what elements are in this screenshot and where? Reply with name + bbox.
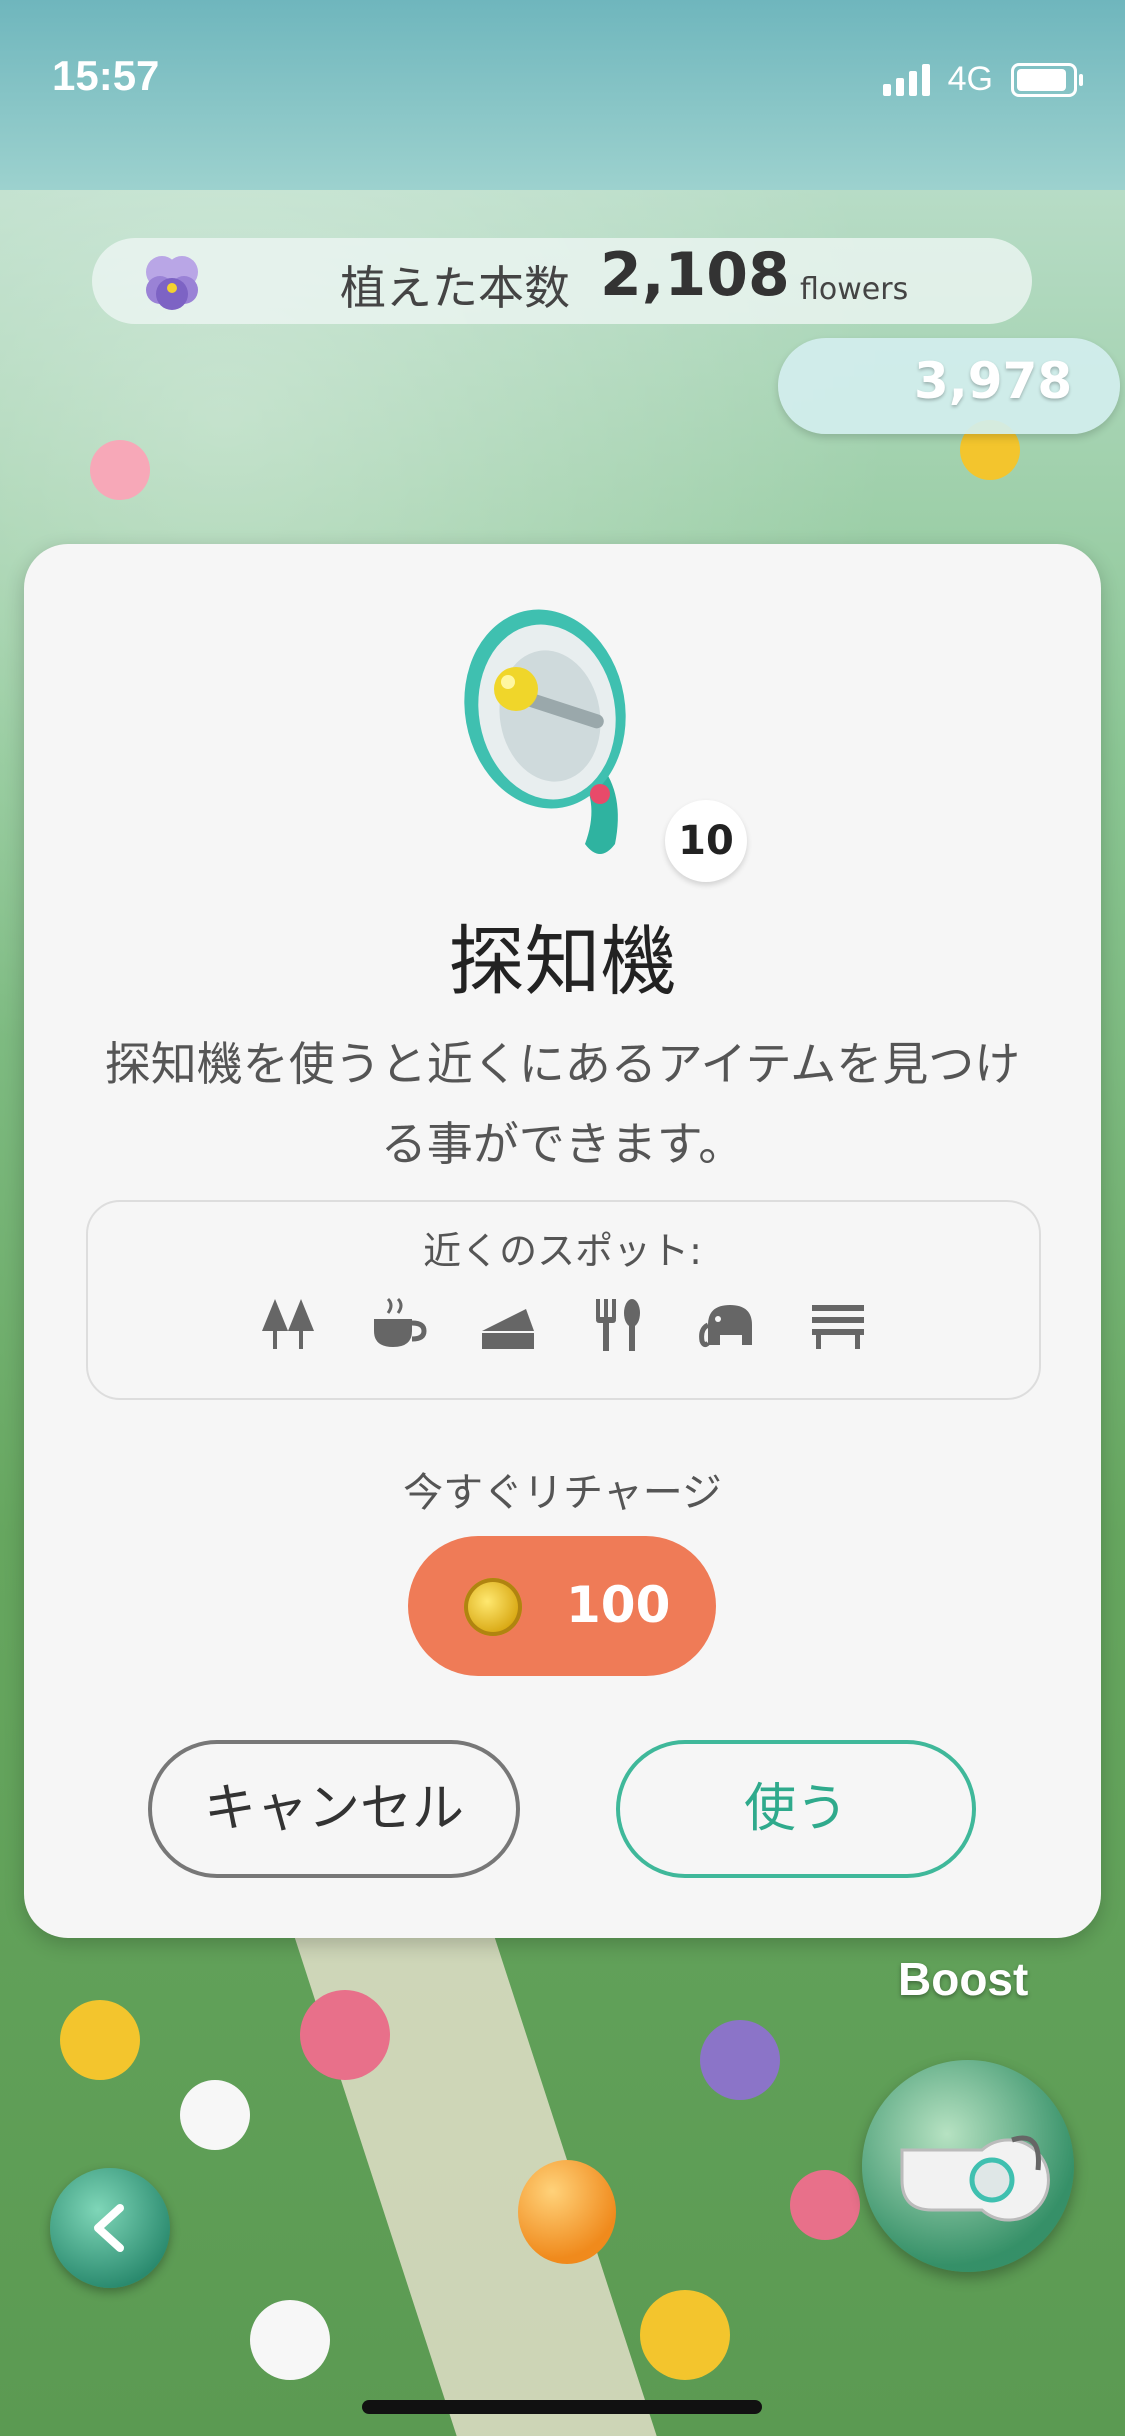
flower — [300, 1990, 390, 2080]
planted-count-unit: flowers — [800, 272, 909, 307]
flower — [790, 2170, 860, 2240]
coin-balance: 3,978 — [914, 352, 1073, 410]
bench-icon — [812, 1305, 864, 1349]
flower — [90, 440, 150, 500]
item-quantity-badge: 10 — [665, 800, 747, 882]
elephant-icon — [699, 1305, 752, 1348]
flower — [180, 2080, 250, 2150]
chevron-left-icon — [94, 2204, 124, 2252]
planted-count-value: 2,108 — [600, 240, 790, 310]
trees-icon — [262, 1299, 314, 1349]
pansy-icon — [146, 256, 198, 310]
status-bar: 15:57 4G — [0, 0, 1125, 160]
nearby-spots-title: 近くのスポット: — [423, 1229, 702, 1273]
item-description: 探知機を使うと近くにあるアイテムを見つける事ができます。 — [104, 1037, 1021, 1171]
item-title: 探知機 — [448, 917, 677, 1006]
whistle-button[interactable] — [862, 2060, 1074, 2272]
network-type: 4G — [947, 60, 993, 98]
restaurant-icon — [596, 1299, 640, 1351]
coin-icon — [464, 1578, 522, 1636]
use-button[interactable]: 使う — [616, 1740, 976, 1878]
coffee-cup-icon — [374, 1297, 427, 1347]
cake-slice-icon — [482, 1309, 534, 1349]
flower — [60, 2000, 140, 2080]
battery-icon — [1011, 62, 1083, 97]
signal-icon — [882, 63, 930, 96]
nearby-spots-icons — [258, 1295, 868, 1355]
flower — [250, 2300, 330, 2380]
recharge-label: 今すぐリチャージ — [403, 1470, 722, 1516]
recharge-price: 100 — [566, 1576, 671, 1634]
orange-item[interactable] — [518, 2160, 616, 2264]
recharge-button[interactable]: 100 — [408, 1536, 716, 1676]
detector-megaphone-icon — [464, 609, 626, 854]
home-indicator — [362, 2400, 762, 2414]
cancel-button[interactable]: キャンセル — [148, 1740, 520, 1878]
back-button[interactable] — [50, 2168, 170, 2288]
planted-count-label: 植えた本数 — [340, 261, 570, 315]
status-time: 15:57 — [52, 52, 160, 99]
status-indicators: 4G — [882, 60, 1083, 99]
flower — [640, 2290, 730, 2380]
battery-level — [1017, 68, 1066, 91]
whistle-icon — [900, 2135, 1050, 2222]
boost-label[interactable]: Boost — [898, 1952, 1028, 2006]
flower — [700, 2020, 780, 2100]
